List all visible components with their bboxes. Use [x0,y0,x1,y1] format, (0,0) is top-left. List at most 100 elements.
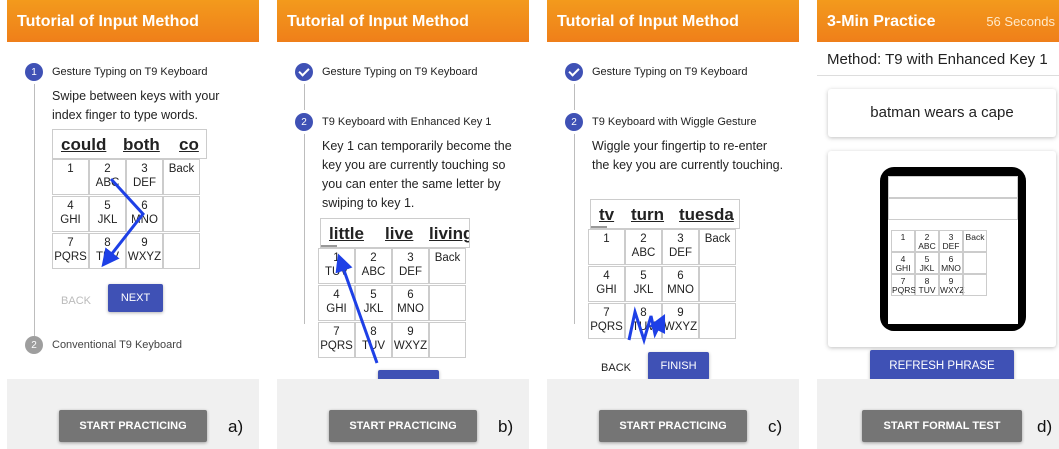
key-letters: TUV [325,266,348,278]
back-button[interactable]: BACK [595,358,637,378]
t9-key[interactable] [429,285,466,321]
key-letters: PQRS [54,251,87,263]
suggestion-word[interactable]: tv [599,205,614,225]
step-label: Gesture Typing on T9 Keyboard [322,66,478,78]
suggestion-word[interactable]: tuesda [679,205,734,225]
t9-key [963,274,987,296]
start-practicing-button[interactable]: START PRACTICING [599,410,747,442]
t9-key[interactable]: 4 GHI [588,266,625,302]
step-number: 2 [25,336,43,354]
t9-key[interactable]: 6 MNO [392,285,429,321]
header: 3-Min Practice 56 Seconds [817,0,1059,42]
keyboard-preview-card: 1 2 ABC 3 DEF Back 4 GHI 5 JKL 6 MNO 7 PQRS 8 TUV 9 WXYZ [828,151,1056,347]
suggestion-bar: tv turn tuesda [590,199,740,229]
t9-key[interactable]: 9 WXYZ [126,233,163,269]
t9-key[interactable]: 1 TUV [318,248,355,284]
step-1[interactable]: 1 Gesture Typing on T9 Keyboard [25,63,208,81]
panel-label: d) [1037,417,1053,436]
t9-key[interactable]: 5 JKL [625,266,662,302]
t9-key[interactable]: 5 JKL [355,285,392,321]
suggestion-word[interactable]: little [329,224,364,244]
step-1[interactable]: Gesture Typing on T9 Keyboard [295,63,478,81]
t9-key[interactable] [429,322,466,358]
start-formal-test-button[interactable]: START FORMAL TEST [862,410,1022,442]
next-button[interactable]: NEXT [108,284,163,312]
t9-key[interactable]: 5 JKL [89,196,126,232]
key-letters: PQRS [320,340,353,352]
refresh-phrase-button[interactable]: REFRESH PHRASE [870,350,1014,382]
t9-key[interactable]: 4 GHI [52,196,89,232]
key-digit: 5 [370,289,377,301]
t9-key[interactable]: 7 PQRS [52,233,89,269]
back-button[interactable]: BACK [58,291,94,311]
suggestion-word[interactable]: living [429,224,469,244]
suggestion-word[interactable]: both [123,135,160,155]
t9-key[interactable]: 8 TUV [625,303,662,339]
t9-key: Back [963,230,987,252]
suggestion-bar [888,198,1018,220]
t9-key[interactable]: 6 MNO [662,266,699,302]
t9-key[interactable]: Back [429,248,466,284]
step-2[interactable]: 2 T9 Keyboard with Wiggle Gesture [565,113,756,131]
key-digit: 4 [603,270,610,282]
t9-key[interactable]: 4 GHI [318,285,355,321]
panel-c: Tutorial of Input Method Gesture Typing … [547,0,799,449]
suggestion-word[interactable]: could [61,135,106,155]
key-letters: TUV [362,340,385,352]
t9-key[interactable]: Back [699,229,736,265]
t9-key[interactable]: 8 TUV [89,233,126,269]
key-letters: GHI [326,303,347,315]
start-practicing-button[interactable]: START PRACTICING [59,410,207,442]
t9-key[interactable] [163,233,200,269]
t9-key[interactable]: 8 TUV [355,322,392,358]
key-letters: JKL [919,263,935,273]
t9-key[interactable]: 7 PQRS [588,303,625,339]
suggestion-word[interactable]: turn [631,205,664,225]
header-title: Tutorial of Input Method [7,0,259,42]
key-digit: 7 [333,326,340,338]
stepper-line [304,84,305,110]
step-2[interactable]: 2 T9 Keyboard with Enhanced Key 1 [295,113,491,131]
t9-key[interactable]: 2 ABC [625,229,662,265]
t9-key: 5 JKL [915,252,939,274]
step-description: Wiggle your fingertip to re-enter the ke… [592,139,784,172]
key-digit: Back [965,232,985,242]
key-digit: 6 [677,270,684,282]
key-digit: 7 [67,237,74,249]
suggestion-bar: little live living [320,218,470,248]
t9-key[interactable]: 9 WXYZ [392,322,429,358]
stepper-line [574,84,575,110]
start-practicing-button[interactable]: START PRACTICING [329,410,477,442]
t9-key[interactable]: 3 DEF [662,229,699,265]
suggestion-word[interactable]: co [179,135,199,155]
t9-key[interactable]: Back [163,159,200,195]
t9-key[interactable] [163,196,200,232]
t9-key[interactable] [699,266,736,302]
t9-key[interactable]: 7 PQRS [318,322,355,358]
key-letters: DEF [942,241,960,251]
t9-key[interactable]: 2 ABC [355,248,392,284]
finish-button[interactable]: FINISH [648,352,709,380]
step-2[interactable]: 2 Conventional T9 Keyboard [25,336,182,354]
key-digit: 3 [677,233,684,245]
t9-key[interactable]: 1 [588,229,625,265]
t9-key: 8 TUV [915,274,939,296]
key-digit: Back [168,163,195,175]
t9-key[interactable]: 6 MNO [126,196,163,232]
step-label: Gesture Typing on T9 Keyboard [592,66,748,78]
step-1[interactable]: Gesture Typing on T9 Keyboard [565,63,748,81]
method-label: Method: T9 with Enhanced Key 1 [817,42,1059,76]
panel-label: a) [228,417,244,436]
key-letters: WXYZ [127,251,162,263]
t9-key[interactable]: 1 [52,159,89,195]
key-letters: MNO [941,263,961,273]
step-label: T9 Keyboard with Wiggle Gesture [592,116,757,128]
t9-key[interactable]: 9 WXYZ [662,303,699,339]
t9-key[interactable]: 3 DEF [392,248,429,284]
footer: START PRACTICING c) [547,379,799,449]
key-letters: PQRS [590,321,623,333]
t9-key[interactable] [699,303,736,339]
suggestion-word[interactable]: live [385,224,413,244]
t9-key[interactable]: 3 DEF [126,159,163,195]
t9-key[interactable]: 2 ABC [89,159,126,195]
